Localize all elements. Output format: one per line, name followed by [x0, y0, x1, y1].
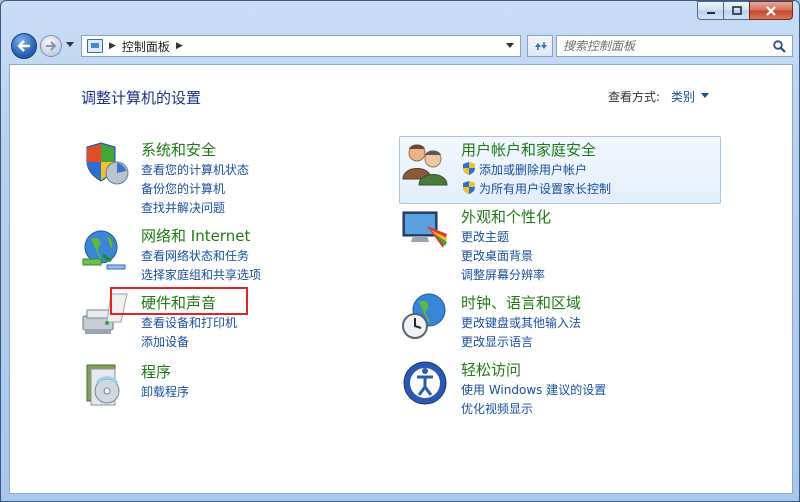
ease-of-access-icon — [403, 361, 447, 405]
link-change-display-language[interactable]: 更改显示语言 — [461, 333, 533, 350]
system-security-icon — [86, 142, 129, 185]
arrow-left-icon — [17, 40, 30, 52]
link-optimize-video-display[interactable]: 优化视频显示 — [461, 400, 533, 417]
close-icon — [766, 5, 776, 16]
category-title-programs[interactable]: 程序 — [141, 361, 171, 382]
control-panel-window: ▶ 控制面板 ▶ 调整计算机的设置 查看方式: 类别 — [0, 0, 800, 502]
refresh-button[interactable] — [527, 35, 553, 57]
chevron-down-icon[interactable] — [701, 93, 709, 98]
link-find-fix-problems[interactable]: 查找并解决问题 — [141, 199, 225, 216]
link-add-remove-accounts-label: 添加或删除用户帐户 — [479, 163, 588, 177]
link-add-device[interactable]: 添加设备 — [141, 333, 189, 350]
uac-shield-icon — [463, 162, 475, 175]
category-title-system-security[interactable]: 系统和安全 — [141, 139, 216, 160]
back-button[interactable] — [11, 33, 37, 59]
link-change-keyboard-input[interactable]: 更改键盘或其他输入法 — [461, 314, 581, 331]
maximize-icon — [731, 6, 742, 15]
control-panel-icon — [87, 39, 103, 53]
refresh-icon — [535, 42, 547, 50]
search-input[interactable] — [557, 36, 757, 56]
content-pane: 调整计算机的设置 查看方式: 类别 系统和安全 查看您的计算机状态 备份您的计算… — [9, 64, 793, 494]
link-view-devices-printers[interactable]: 查看设备和打印机 — [141, 314, 237, 331]
highlight-annotation-box — [110, 287, 248, 315]
address-dropdown-icon[interactable] — [506, 43, 514, 48]
address-bar[interactable]: ▶ 控制面板 ▶ — [81, 35, 521, 57]
link-change-desktop-background[interactable]: 更改桌面背景 — [461, 247, 533, 264]
programs-icon — [86, 364, 120, 406]
link-uninstall-program[interactable]: 卸载程序 — [141, 383, 189, 400]
maximize-button[interactable] — [723, 1, 749, 20]
category-title-network-internet[interactable]: 网络和 Internet — [141, 225, 250, 246]
search-box — [556, 35, 793, 57]
close-button[interactable] — [749, 1, 793, 20]
link-backup-computer[interactable]: 备份您的计算机 — [141, 180, 225, 197]
caption-buttons — [697, 1, 793, 20]
view-by-dropdown[interactable]: 类别 — [671, 88, 695, 105]
view-by-label: 查看方式: — [608, 90, 661, 104]
category-title-appearance[interactable]: 外观和个性化 — [461, 206, 551, 227]
category-title-clock-language[interactable]: 时钟、语言和区域 — [461, 292, 581, 313]
clock-language-icon — [402, 293, 446, 339]
arrow-right-icon — [46, 41, 57, 51]
link-parental-controls[interactable]: 为所有用户设置家长控制 — [463, 180, 611, 197]
page-title: 调整计算机的设置 — [81, 89, 202, 107]
link-parental-controls-label: 为所有用户设置家长控制 — [479, 182, 612, 196]
minimize-button[interactable] — [697, 1, 723, 20]
link-view-computer-status[interactable]: 查看您的计算机状态 — [141, 161, 249, 178]
link-view-network-status[interactable]: 查看网络状态和任务 — [141, 247, 249, 264]
link-change-theme[interactable]: 更改主题 — [461, 228, 509, 245]
search-icon[interactable] — [773, 40, 786, 53]
minimize-icon — [706, 11, 715, 14]
breadcrumb-separator-icon[interactable]: ▶ — [176, 41, 183, 51]
link-homegroup-sharing[interactable]: 选择家庭组和共享选项 — [141, 266, 261, 283]
forward-button[interactable] — [40, 35, 62, 57]
breadcrumb-separator-icon[interactable]: ▶ — [109, 41, 116, 51]
uac-shield-icon — [463, 181, 475, 194]
breadcrumb-control-panel[interactable]: 控制面板 — [122, 38, 170, 55]
category-title-ease-of-access[interactable]: 轻松访问 — [461, 359, 521, 380]
user-accounts-icon — [402, 144, 448, 186]
link-windows-suggested-settings[interactable]: 使用 Windows 建议的设置 — [461, 381, 606, 398]
appearance-icon — [402, 211, 447, 248]
link-add-remove-accounts[interactable]: 添加或删除用户帐户 — [463, 161, 587, 178]
category-title-user-accounts[interactable]: 用户帐户和家庭安全 — [461, 139, 596, 160]
network-internet-icon — [82, 230, 126, 270]
navigation-toolbar: ▶ 控制面板 ▶ — [9, 32, 793, 60]
link-adjust-resolution[interactable]: 调整屏幕分辨率 — [461, 266, 545, 283]
recent-pages-dropdown-icon[interactable] — [66, 42, 74, 47]
